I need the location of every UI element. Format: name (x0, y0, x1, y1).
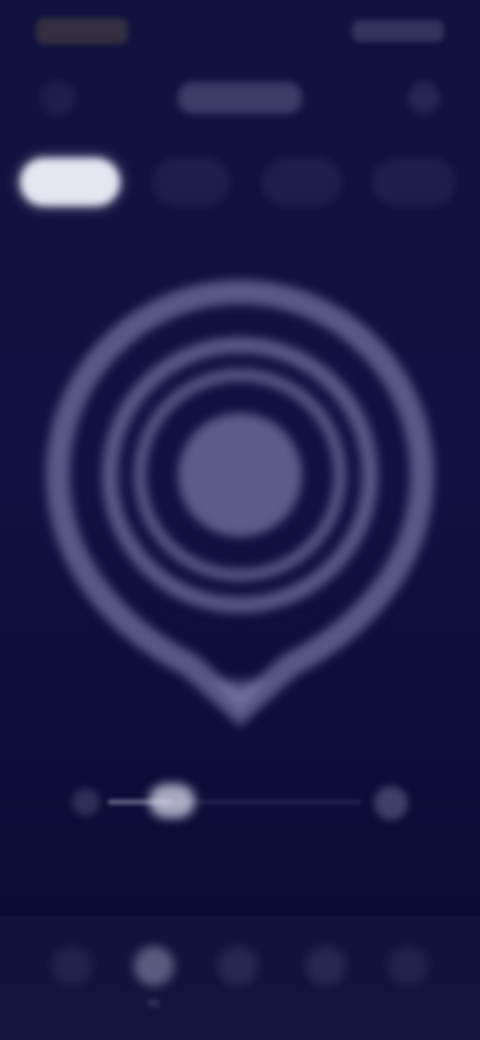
nav-item-4[interactable] (306, 946, 346, 986)
nav-item-5[interactable] (388, 946, 428, 986)
location-pin-icon (45, 279, 435, 727)
menu-button[interactable] (408, 82, 440, 114)
tab-1[interactable] (20, 158, 120, 206)
app-screen (0, 0, 480, 1040)
tab-4[interactable] (372, 158, 456, 206)
status-icons (352, 20, 444, 42)
minus-icon[interactable] (72, 788, 100, 816)
slider-thumb[interactable] (148, 784, 195, 818)
level-slider[interactable] (60, 770, 420, 834)
hero-graphic (40, 270, 440, 740)
tab-2[interactable] (152, 158, 230, 206)
page-title (178, 82, 302, 114)
status-time (36, 18, 128, 44)
pin-center (178, 413, 302, 537)
tab-bar (16, 150, 464, 214)
status-bar (0, 0, 480, 64)
active-indicator (148, 1000, 160, 1006)
back-button[interactable] (40, 80, 76, 116)
bottom-nav (0, 916, 480, 1040)
nav-item-3[interactable] (218, 946, 258, 986)
nav-item-1[interactable] (52, 946, 92, 986)
tab-3[interactable] (262, 158, 342, 206)
plus-icon[interactable] (374, 786, 408, 820)
nav-item-2[interactable] (134, 946, 174, 986)
header (0, 70, 480, 126)
